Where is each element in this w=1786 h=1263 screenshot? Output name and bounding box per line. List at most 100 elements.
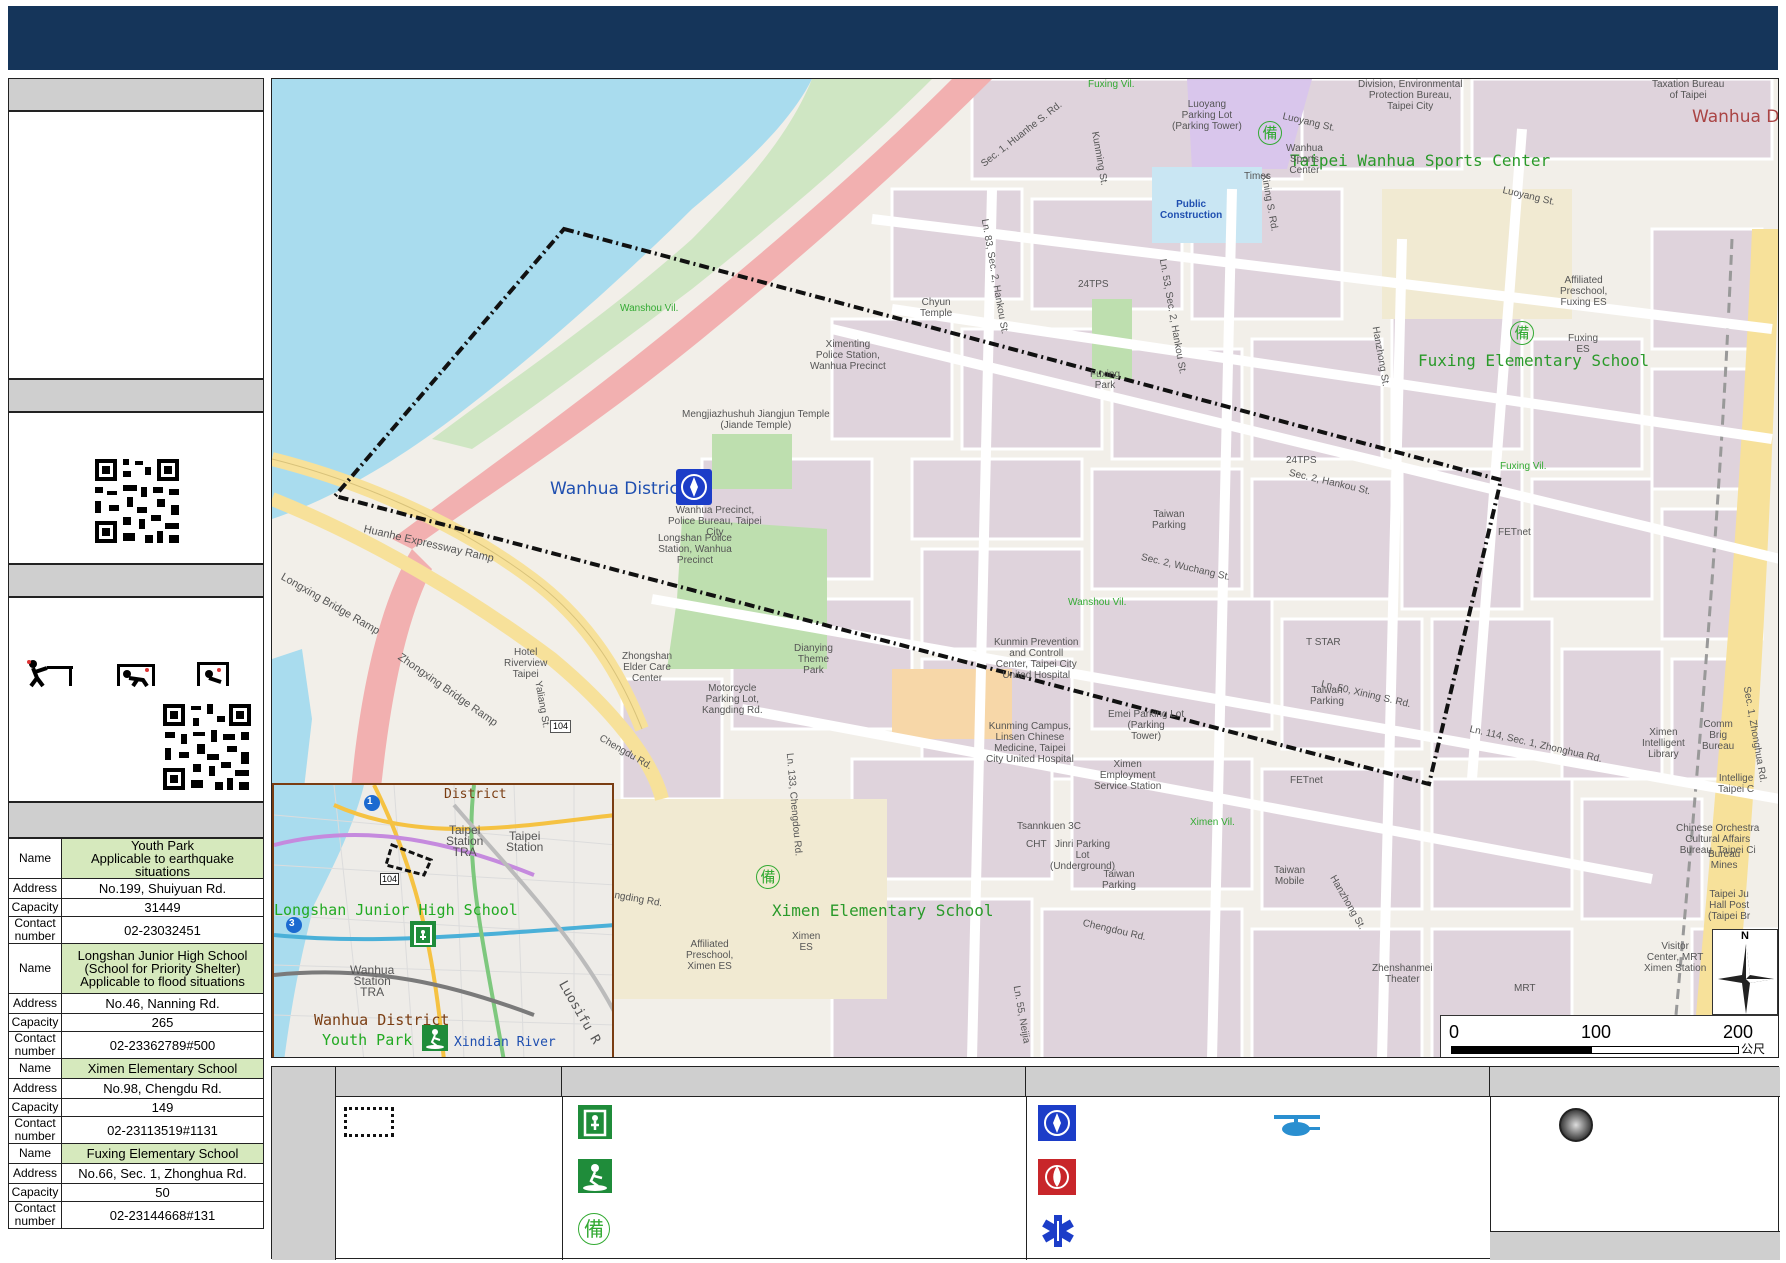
ximen-school-label: Ximen Elementary School	[772, 901, 994, 920]
poi-label[interactable]: MRT	[1514, 983, 1535, 994]
shelter-field-label: Name	[8, 1143, 62, 1164]
police-icon[interactable]	[676, 469, 712, 505]
poi-label[interactable]: CHT	[1026, 839, 1047, 850]
poi-label[interactable]: Dianying Theme Park	[794, 643, 833, 676]
poi-label[interactable]: Fuxing Park	[1090, 369, 1120, 391]
inset-district-label: District	[444, 787, 507, 802]
fuxing-school-label: Fuxing Elementary School	[1418, 351, 1650, 370]
shelter-indoor-icon[interactable]	[410, 921, 436, 947]
poi-label[interactable]: Zhenshanmei Theater	[1372, 963, 1433, 985]
fire-department-icon	[1038, 1159, 1076, 1195]
safety-panel-header	[8, 564, 264, 597]
poi-label[interactable]: Ximen ES	[792, 931, 820, 953]
shelter-capacity-value: 31449	[61, 898, 264, 917]
shelter-field-label: Address	[8, 1163, 62, 1184]
shelter-contact-value: 02-23113519#1131	[61, 1116, 264, 1144]
shelter-field-label: Name	[8, 943, 62, 994]
qr-code-icon-2[interactable]	[161, 702, 253, 792]
poi-label[interactable]: Ximen Employment Service Station	[1094, 759, 1161, 792]
poi-label[interactable]: Motorcycle Parking Lot, Kangding Rd.	[702, 683, 763, 716]
poi-label[interactable]: Longshan Police Station, Wanhua Precinct	[658, 533, 732, 566]
wanhua-top-label: Wanhua D	[1692, 107, 1779, 127]
shelter-row: Name Longshan Junior High School (School …	[8, 943, 264, 994]
shelter-field-label: Capacity	[8, 1013, 62, 1032]
shelter-field-label: Address	[8, 878, 62, 899]
info-panel-body	[8, 111, 264, 379]
aed-circle-icon	[1559, 1108, 1593, 1142]
poi-label[interactable]: Visitor Center, MRT Ximen Station	[1644, 941, 1706, 974]
vil-label: Fuxing Vil.	[1088, 79, 1135, 90]
shelter-row: Capacity 50	[8, 1183, 264, 1202]
poi-label[interactable]: Division, Environmental Protection Burea…	[1358, 79, 1463, 112]
poi-label[interactable]: Taiwan Mobile	[1274, 865, 1305, 887]
scale-tick: 0	[1449, 1022, 1460, 1042]
shelter-field-label: Capacity	[8, 1098, 62, 1117]
poi-label[interactable]: Taiwan Parking	[1152, 509, 1186, 531]
poi-label[interactable]: Kunmin Prevention and Controll Center, T…	[994, 637, 1079, 681]
shelter-indoor-icon	[578, 1105, 612, 1139]
poi-label[interactable]: Jinri Parking Lot (Underground)	[1050, 839, 1115, 872]
shelter-row: Contact number 02-23113519#1131	[8, 1116, 264, 1144]
poi-label[interactable]: Hotel Riverview Taipei	[504, 647, 547, 680]
shelter-row: Capacity 149	[8, 1098, 264, 1117]
shelter-address-value: No.98, Chengdu Rd.	[61, 1078, 264, 1099]
shelter-capacity-value: 149	[61, 1098, 264, 1117]
poi-label[interactable]: Tsannkuen 3C	[1017, 821, 1081, 832]
poi-label[interactable]: Taiwan Parking	[1102, 869, 1136, 891]
map-frame[interactable]: Wanhua District Taipei Wanhua Sports Cen…	[271, 78, 1779, 1058]
poi-label[interactable]: Mengjiazhushuh Jiangjun Temple (Jiande T…	[682, 409, 830, 431]
poi-label[interactable]: FETnet	[1498, 527, 1531, 538]
shelter-outdoor-icon[interactable]	[422, 1025, 448, 1051]
poi-label[interactable]: Intellige Taipei C	[1718, 773, 1754, 795]
poi-label[interactable]: Comm Brig Bureau	[1702, 719, 1734, 752]
poi-label[interactable]: Taipei Ju Hall Post (Taipei Br	[1708, 889, 1750, 922]
header-bar	[8, 6, 1778, 70]
shelter-row: Name Ximen Elementary School	[8, 1058, 264, 1079]
shelter-row: Address No.66, Sec. 1, Zhonghua Rd.	[8, 1163, 264, 1184]
poi-label[interactable]: Zhongshan Elder Care Center	[622, 651, 672, 684]
poi-label[interactable]: FETnet	[1290, 775, 1323, 786]
poi-label[interactable]: Kunming Campus, Linsen Chinese Medicine,…	[986, 721, 1074, 765]
poi-label[interactable]: T STAR	[1306, 637, 1341, 648]
poi-label[interactable]: Taxation Bureau of Taipei	[1652, 79, 1724, 101]
poi-label[interactable]: Ximenting Police Station, Wanhua Precinc…	[810, 339, 886, 372]
shelter-contact-value: 02-23362789#500	[61, 1031, 264, 1059]
police-icon	[1038, 1105, 1076, 1141]
backup-shelter-icon: 備	[578, 1213, 610, 1245]
backup-shelter-icon[interactable]: 備	[1510, 321, 1534, 345]
inset-station-label: Wanhua Station TRA	[350, 963, 395, 999]
legend-col-header	[336, 1067, 562, 1097]
shelter-field-label: Contact number	[8, 1201, 62, 1229]
poi-label[interactable]: 24TPS	[1078, 279, 1109, 290]
poi-label[interactable]: 24TPS	[1286, 455, 1317, 466]
backup-shelter-icon[interactable]: 備	[1258, 121, 1282, 145]
poi-label[interactable]: Chyun Temple	[920, 297, 952, 319]
qr-panel-body	[8, 412, 264, 564]
shelter-field-label: Contact number	[8, 1031, 62, 1059]
shelter-row: Capacity 31449	[8, 898, 264, 917]
inset-map[interactable]: 1 3 104 District Taipei Station TRA Taip…	[272, 783, 614, 1057]
shelter-field-label: Name	[8, 1058, 62, 1079]
shelter-address-value: No.66, Sec. 1, Zhonghua Rd.	[61, 1163, 264, 1184]
poi-label[interactable]: Bureau Mines	[1708, 849, 1740, 871]
poi-label[interactable]: Luoyang Parking Lot (Parking Tower)	[1172, 99, 1242, 132]
poi-label[interactable]: Affiliated Preschool, Fuxing ES	[1560, 275, 1607, 308]
backup-shelter-icon[interactable]: 備	[756, 865, 780, 889]
route-shield: 104	[550, 720, 572, 733]
boundary-dashed-icon	[344, 1107, 394, 1137]
poi-label[interactable]: Fuxing ES	[1568, 333, 1598, 355]
inset-shield: 104	[380, 873, 400, 885]
qr-code-icon[interactable]	[93, 457, 181, 545]
poi-label[interactable]: Affiliated Preschool, Ximen ES	[686, 939, 733, 972]
poi-label[interactable]: Taiwan Parking	[1310, 685, 1344, 707]
inset-river-label: Xindian River	[454, 1035, 556, 1050]
poi-label[interactable]: Times	[1244, 171, 1271, 182]
scale-bar: 0 100 200 公尺	[1440, 1015, 1778, 1057]
shelter-contact-value: 02-23032451	[61, 916, 264, 944]
poi-label[interactable]: Ximen Intelligent Library	[1642, 727, 1685, 760]
poi-label[interactable]: Emei Parking Lot (Parking Tower)	[1108, 709, 1184, 742]
shelter-row: Contact number 02-23032451	[8, 916, 264, 944]
vil-label: Fuxing Vil.	[1500, 461, 1547, 472]
poi-label[interactable]: Wanhua Sports Center	[1286, 143, 1323, 176]
shelter-field-label: Capacity	[8, 898, 62, 917]
